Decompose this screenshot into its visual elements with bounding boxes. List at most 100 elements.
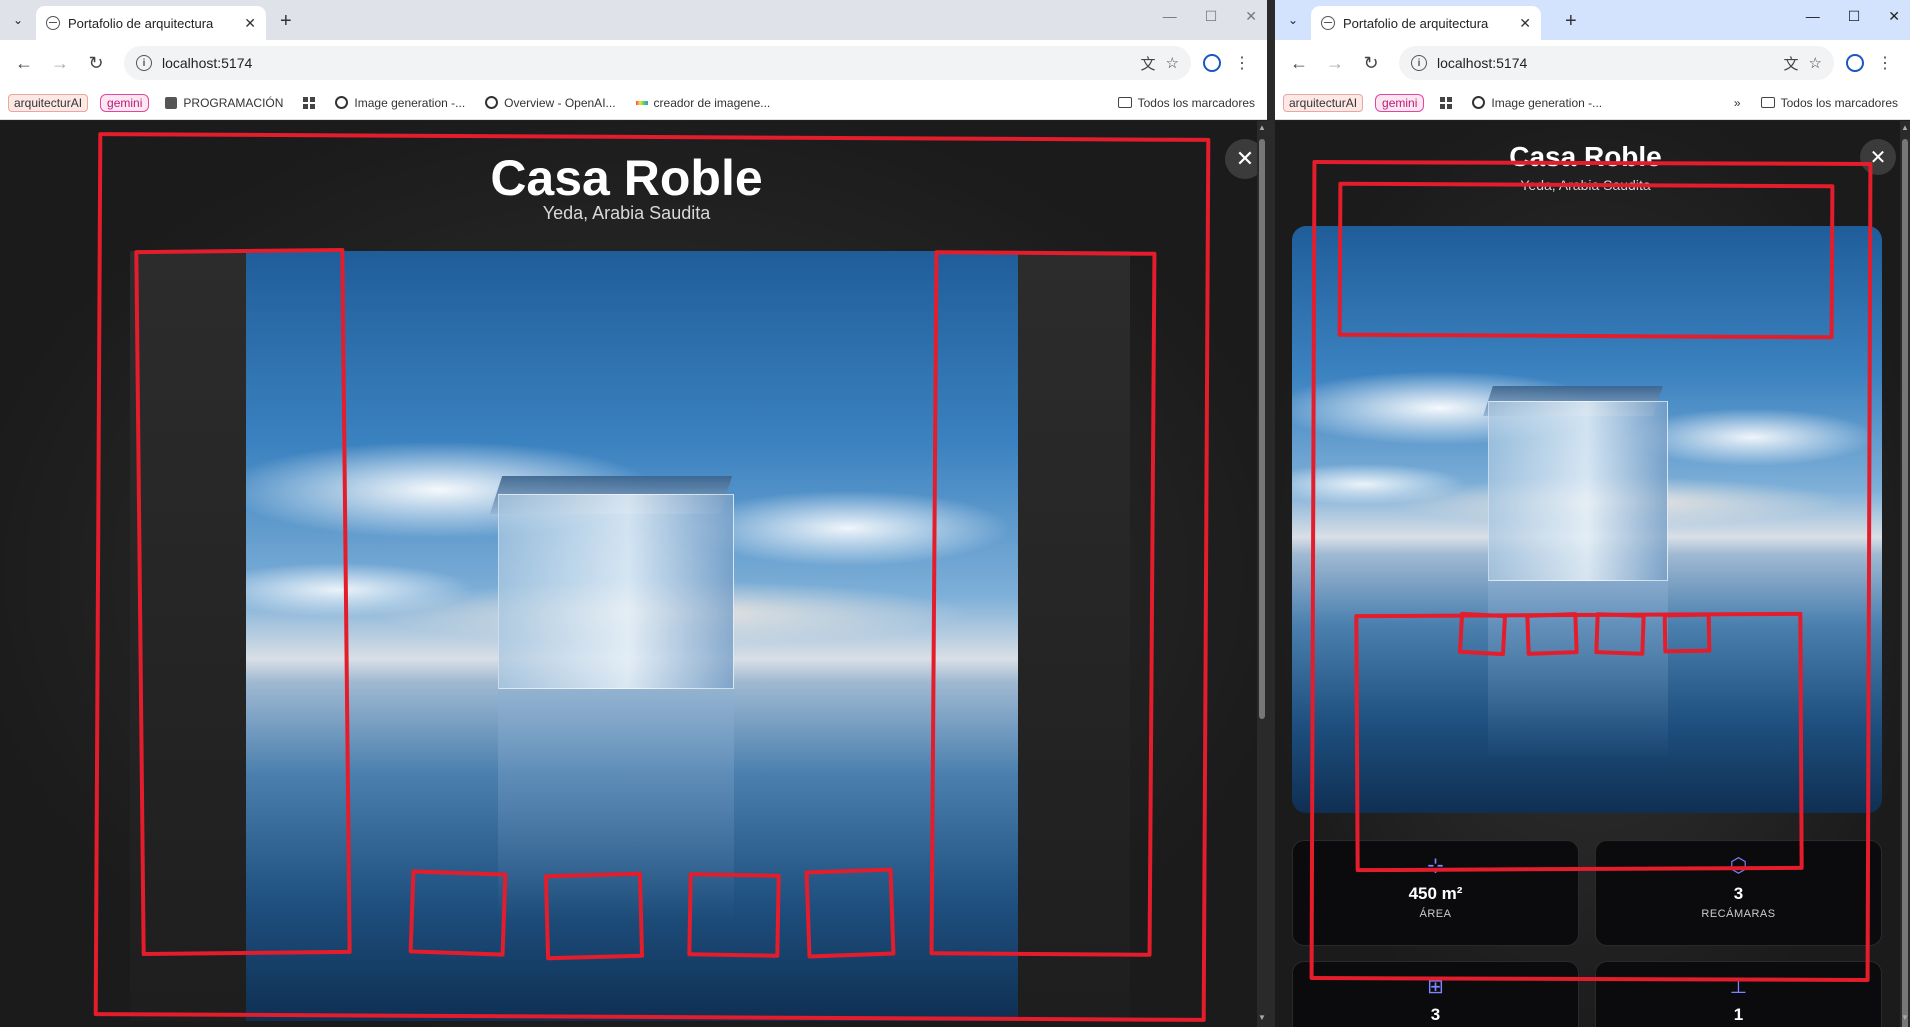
bookmark-label: creador de imagene...	[653, 95, 771, 110]
translate-icon[interactable]: 文	[1141, 53, 1156, 74]
bookmark-star-icon[interactable]: ☆	[1809, 54, 1822, 72]
annotation-thumb-box-3	[687, 872, 781, 958]
forward-button[interactable]: →	[1321, 49, 1349, 77]
annotation-left-box	[134, 247, 352, 957]
menu-button[interactable]: ⋮	[1870, 53, 1900, 73]
annotation-thumb-box-1	[408, 869, 508, 957]
annotation-top-box	[1337, 181, 1835, 340]
profile-icon	[1846, 54, 1864, 72]
bookmark-arquitecturai[interactable]: arquitecturAI	[1283, 93, 1364, 112]
tab-bar: ⌄ Portafolio de arquitectura ✕ + — ☐ ✕	[1275, 0, 1910, 40]
toolbar: ← → ↻ i localhost:5174 文 ☆ ⋮	[0, 40, 1267, 86]
close-tab-icon[interactable]: ✕	[244, 15, 256, 32]
page-content: Casa Roble Yeda, Arabia Saudita ✕ ⊹ 450 …	[1275, 121, 1910, 1027]
window-controls: — ☐ ✕	[1806, 8, 1900, 25]
back-button[interactable]: ←	[1285, 49, 1313, 77]
all-bookmarks[interactable]: Todos los marcadores	[1114, 94, 1259, 112]
globe-icon	[1321, 16, 1335, 30]
annotation-thumb-box-2	[1525, 612, 1579, 656]
close-window-button[interactable]: ✕	[1245, 8, 1257, 25]
bookmark-gemini[interactable]: gemini	[100, 93, 150, 112]
site-info-icon[interactable]: i	[1411, 55, 1427, 71]
annotation-thumb-box-1	[1457, 611, 1508, 657]
annotation-stats-box	[1354, 611, 1804, 873]
annotation-right-box	[929, 250, 1157, 957]
scroll-up-icon[interactable]: ▲	[1257, 123, 1267, 135]
square-icon	[165, 96, 178, 109]
window-controls: — ☐ ✕	[1163, 8, 1257, 25]
maximize-button[interactable]: ☐	[1205, 8, 1218, 25]
apps-button[interactable]	[1436, 95, 1456, 111]
browser-tab[interactable]: Portafolio de arquitectura ✕	[36, 6, 266, 40]
scroll-down-icon[interactable]: ▼	[1257, 1013, 1267, 1025]
bookmark-creador[interactable]: creador de imagene...	[632, 94, 775, 112]
bookmark-image-generation[interactable]: Image generation -...	[331, 94, 469, 112]
profile-icon	[1203, 54, 1221, 72]
new-tab-button[interactable]: +	[280, 10, 292, 33]
bookmarks-bar: arquitecturAI gemini Image generation -.…	[1275, 86, 1910, 120]
close-window-button[interactable]: ✕	[1888, 8, 1900, 25]
tab-bar: ⌄ Portafolio de arquitectura ✕ + — ☐ ✕	[0, 0, 1267, 40]
annotation-thumb-box-4	[804, 867, 896, 959]
rainbow-icon	[635, 100, 648, 105]
bookmark-label: Todos los marcadores	[1137, 95, 1255, 110]
bookmark-arquitecturai[interactable]: arquitecturAI	[8, 93, 89, 112]
menu-button[interactable]: ⋮	[1227, 53, 1257, 73]
tab-search-button[interactable]: ⌄	[1281, 8, 1305, 32]
bookmark-star-icon[interactable]: ☆	[1166, 54, 1179, 72]
address-bar[interactable]: i localhost:5174 文 ☆	[1399, 46, 1834, 80]
bookmark-label: Image generation -...	[354, 95, 466, 110]
bookmark-label: Image generation -...	[1491, 95, 1603, 110]
scrollbar-thumb[interactable]	[1259, 139, 1265, 719]
apps-grid-icon	[1440, 96, 1453, 109]
url-text: localhost:5174	[162, 55, 253, 71]
openai-icon	[1472, 96, 1486, 109]
folder-icon	[1117, 97, 1132, 108]
openai-icon	[335, 96, 349, 109]
bookmark-gemini[interactable]: gemini	[1375, 93, 1425, 112]
bookmark-label: Todos los marcadores	[1780, 95, 1898, 110]
address-bar[interactable]: i localhost:5174 文 ☆	[124, 46, 1191, 80]
profile-button[interactable]	[1840, 54, 1870, 72]
browser-window-right: ⌄ Portafolio de arquitectura ✕ + — ☐ ✕ ←…	[1275, 0, 1910, 1027]
globe-icon	[46, 16, 60, 30]
folder-icon	[1760, 97, 1775, 108]
bookmark-overview-openai[interactable]: Overview - OpenAI...	[481, 94, 619, 112]
tab-title: Portafolio de arquitectura	[1343, 15, 1489, 31]
more-bookmarks-button[interactable]: »	[1730, 94, 1745, 112]
browser-tab[interactable]: Portafolio de arquitectura ✕	[1311, 6, 1541, 40]
scroll-up-icon[interactable]: ▲	[1900, 123, 1910, 135]
url-text: localhost:5174	[1437, 55, 1528, 71]
minimize-button[interactable]: —	[1163, 8, 1177, 25]
close-tab-icon[interactable]: ✕	[1519, 15, 1531, 32]
annotation-thumb-box-3	[1594, 612, 1646, 656]
stat-value: 3	[1430, 1005, 1441, 1024]
scroll-down-icon[interactable]: ▼	[1900, 1013, 1910, 1025]
translate-icon[interactable]: 文	[1784, 53, 1799, 74]
apps-grid-icon	[303, 96, 316, 109]
back-button[interactable]: ←	[10, 49, 38, 77]
annotation-thumb-box-2	[543, 871, 645, 961]
maximize-button[interactable]: ☐	[1848, 8, 1861, 25]
scrollbar[interactable]: ▲ ▼	[1900, 121, 1910, 1027]
tab-title: Portafolio de arquitectura	[68, 15, 214, 31]
forward-button[interactable]: →	[46, 49, 74, 77]
annotation-thumb-box-4	[1662, 612, 1712, 654]
bookmark-label: PROGRAMACIÓN	[183, 95, 284, 110]
reload-button[interactable]: ↻	[1357, 49, 1385, 77]
reload-button[interactable]: ↻	[82, 49, 110, 77]
bookmark-image-generation[interactable]: Image generation -...	[1468, 94, 1606, 112]
apps-button[interactable]	[299, 95, 319, 111]
page-content: Casa Roble Yeda, Arabia Saudita ✕ ▲ ▼	[0, 121, 1267, 1027]
bookmarks-bar: arquitecturAI gemini PROGRAMACIÓN Image …	[0, 86, 1267, 120]
tab-search-button[interactable]: ⌄	[6, 8, 30, 32]
scrollbar-thumb[interactable]	[1902, 139, 1908, 1027]
bookmark-programacion[interactable]: PROGRAMACIÓN	[161, 94, 287, 112]
site-info-icon[interactable]: i	[136, 55, 152, 71]
minimize-button[interactable]: —	[1806, 8, 1820, 25]
new-tab-button[interactable]: +	[1565, 10, 1577, 33]
stat-value: 1	[1733, 1005, 1744, 1024]
profile-button[interactable]	[1197, 54, 1227, 72]
scrollbar[interactable]: ▲ ▼	[1257, 121, 1267, 1027]
all-bookmarks[interactable]: Todos los marcadores	[1757, 94, 1902, 112]
